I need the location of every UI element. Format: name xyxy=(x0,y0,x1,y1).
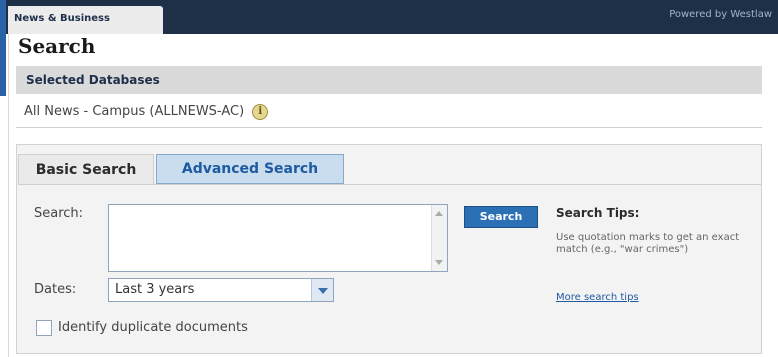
tab-advanced-search[interactable]: Advanced Search xyxy=(156,154,344,184)
duplicate-checkbox-label[interactable]: Identify duplicate documents xyxy=(58,320,248,335)
tab-divider xyxy=(18,184,762,185)
search-input-scrollbar[interactable] xyxy=(431,205,447,271)
dates-select-value: Last 3 years xyxy=(115,282,195,297)
dates-select[interactable]: Last 3 years xyxy=(108,278,334,302)
scroll-down-icon[interactable] xyxy=(435,260,443,265)
selected-databases-header: Selected Databases xyxy=(16,66,762,94)
tab-basic-search[interactable]: Basic Search xyxy=(18,154,154,184)
chevron-down-icon[interactable] xyxy=(311,279,333,301)
search-input[interactable] xyxy=(108,204,448,272)
search-label: Search: xyxy=(34,206,84,221)
search-tips-text: Use quotation marks to get an exact matc… xyxy=(556,232,740,255)
page-title: Search xyxy=(18,34,96,58)
dates-label: Dates: xyxy=(34,282,77,297)
left-accent-stripe xyxy=(0,0,6,96)
more-search-tips-link[interactable]: More search tips xyxy=(556,292,639,303)
info-icon[interactable]: i xyxy=(252,103,269,120)
scroll-up-icon[interactable] xyxy=(435,211,443,216)
duplicate-checkbox[interactable] xyxy=(36,320,52,336)
powered-by-text: Powered by Westlaw xyxy=(669,9,772,20)
tab-news-business[interactable]: News & Business xyxy=(8,6,163,34)
search-tips-title: Search Tips: xyxy=(556,206,640,220)
search-button[interactable]: Search xyxy=(464,206,538,228)
selected-database-row: All News - Campus (ALLNEWS-AC) i xyxy=(16,96,762,128)
selected-database-label: All News - Campus (ALLNEWS-AC) xyxy=(24,104,245,119)
